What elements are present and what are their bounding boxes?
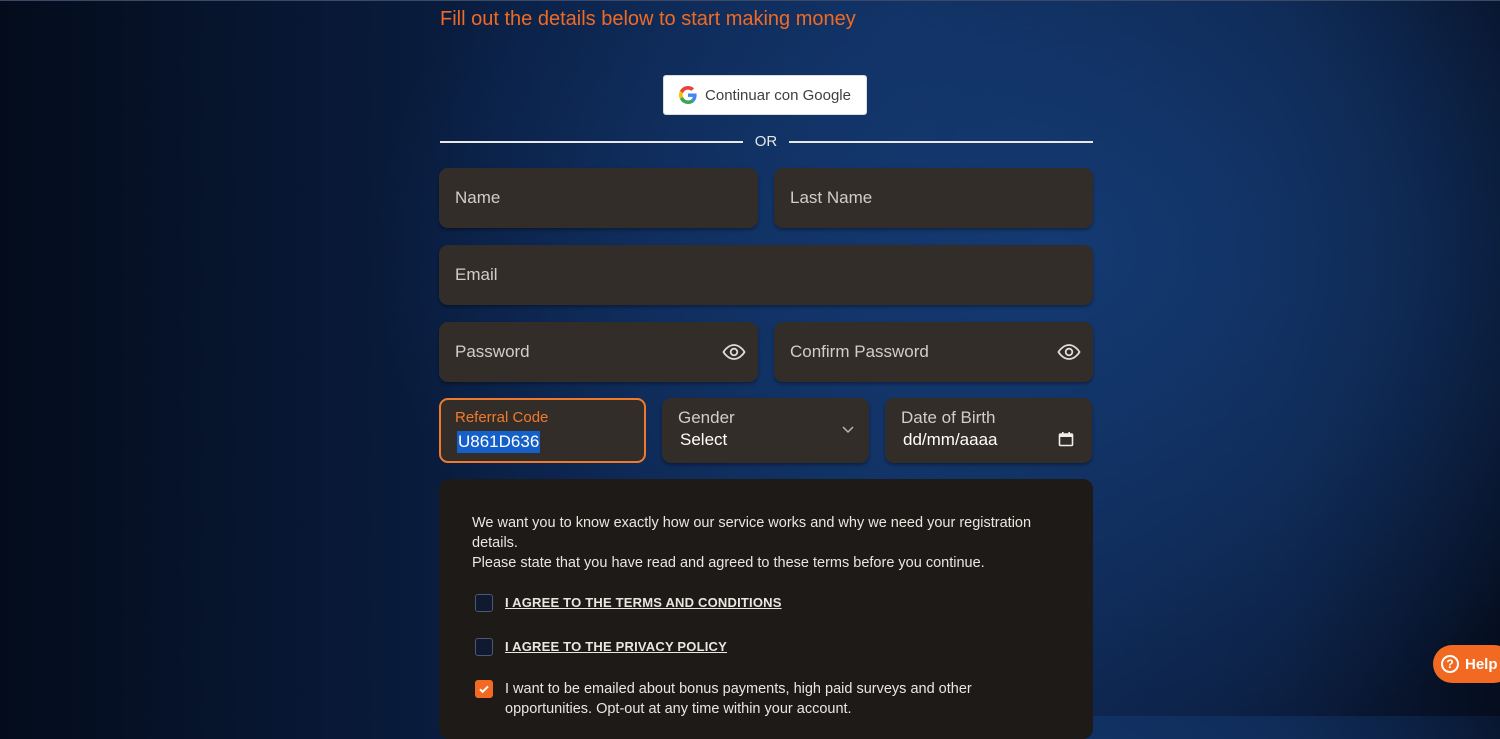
terms-link[interactable]: I AGREE TO THE TERMS AND CONDITIONS xyxy=(505,593,782,613)
google-icon xyxy=(679,86,697,104)
referral-code-label: Referral Code xyxy=(455,409,549,426)
marketing-text: I want to be emailed about bonus payment… xyxy=(505,681,972,717)
email-input[interactable]: Email xyxy=(439,245,1093,305)
eye-icon[interactable] xyxy=(722,340,746,364)
gender-label: Gender xyxy=(678,408,735,427)
calendar-icon[interactable] xyxy=(1058,431,1074,447)
date-of-birth-input[interactable]: Date of Birth dd/mm/aaaa xyxy=(885,398,1092,463)
page-headline: Fill out the details below to start maki… xyxy=(440,8,856,30)
confirm-password-placeholder: Confirm Password xyxy=(790,342,929,361)
divider-left xyxy=(440,141,743,143)
name-input[interactable]: Name xyxy=(439,168,758,228)
dob-label: Date of Birth xyxy=(901,408,996,427)
referral-code-input[interactable]: Referral Code U861D636 xyxy=(439,398,646,463)
dob-value: dd/mm/aaaa xyxy=(903,430,998,449)
marketing-checkbox[interactable] xyxy=(475,680,493,698)
gender-value: Select xyxy=(680,430,728,449)
checkmark-icon xyxy=(479,685,489,694)
google-signin-label: Continuar con Google xyxy=(705,86,851,104)
name-placeholder: Name xyxy=(455,188,501,207)
terms-intro-line1: We want you to know exactly how our serv… xyxy=(472,515,1032,551)
last-name-placeholder: Last Name xyxy=(790,188,873,207)
referral-code-value: U861D636 xyxy=(457,431,541,453)
terms-panel: We want you to know exactly how our serv… xyxy=(439,479,1093,739)
eye-icon[interactable] xyxy=(1057,340,1081,364)
last-name-input[interactable]: Last Name xyxy=(774,168,1093,228)
help-label: Help xyxy=(1465,655,1498,673)
email-placeholder: Email xyxy=(455,265,498,284)
terms-checkbox-row: I AGREE TO THE TERMS AND CONDITIONS xyxy=(475,593,782,613)
help-button[interactable]: ? Help xyxy=(1433,645,1500,683)
google-signin-button[interactable]: Continuar con Google xyxy=(663,75,867,115)
privacy-checkbox[interactable] xyxy=(475,638,493,656)
terms-intro: We want you to know exactly how our serv… xyxy=(472,513,1072,573)
privacy-checkbox-row: I AGREE TO THE PRIVACY POLICY xyxy=(475,637,727,657)
marketing-checkbox-row: I want to be emailed about bonus payment… xyxy=(475,679,1025,719)
password-placeholder: Password xyxy=(455,342,530,361)
chevron-down-icon xyxy=(842,426,854,434)
divider-right xyxy=(789,141,1093,143)
top-border xyxy=(0,0,1500,1)
gender-select[interactable]: Gender Select xyxy=(662,398,869,463)
terms-checkbox[interactable] xyxy=(475,594,493,612)
privacy-link[interactable]: I AGREE TO THE PRIVACY POLICY xyxy=(505,637,727,657)
password-input[interactable]: Password xyxy=(439,322,758,382)
terms-intro-line2: Please state that you have read and agre… xyxy=(472,555,985,571)
help-icon: ? xyxy=(1441,655,1459,673)
confirm-password-input[interactable]: Confirm Password xyxy=(774,322,1093,382)
divider-or: OR xyxy=(754,133,778,150)
